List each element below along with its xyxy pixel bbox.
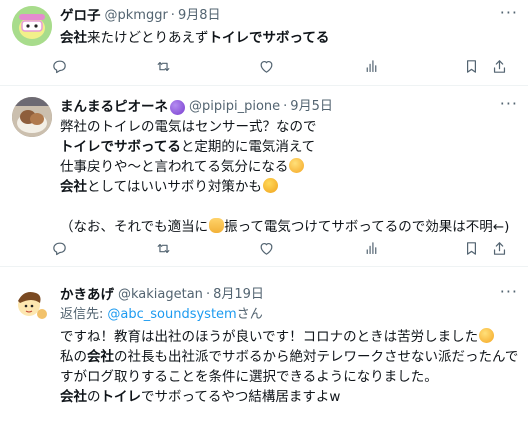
heart-icon[interactable] xyxy=(256,238,276,258)
laugh-tears-emoji-icon xyxy=(479,328,495,343)
more-dots-icon[interactable]: ··· xyxy=(500,5,518,21)
reply-to-suffix: さん xyxy=(236,307,263,322)
avatar-illustration xyxy=(12,285,52,325)
text-segment: （なお、それでも適当に xyxy=(60,219,209,235)
tweet-text-line: 会社としてはいいサボり対策かも xyxy=(60,177,518,197)
text-segment: すがログ取りすることを条件に選択できるようになりました。 xyxy=(60,369,438,385)
raised-hand-emoji-icon xyxy=(209,218,225,233)
rofl-emoji-icon xyxy=(262,178,278,193)
text-segment: の xyxy=(87,389,101,405)
tweet-text: ですね！教育は出社のほうが良いです！コロナのときは苦労しました 私の会社の社長も出… xyxy=(60,327,518,407)
text-segment: 私の xyxy=(60,349,87,365)
tweet-text-line: 弊社のトイレの電気はセンサー式？なので xyxy=(60,117,518,137)
grapes-emoji-icon xyxy=(170,99,185,115)
tweet-text-line: 私の会社の社長も出社派でサボるから絶対テレワークさせない派だったんで xyxy=(60,347,518,367)
tweet-header: まんまるピオーネ @pipipi_pione · 9月5日 xyxy=(60,97,518,117)
avatar[interactable] xyxy=(12,6,52,46)
display-name[interactable]: まんまるピオーネ xyxy=(60,97,168,117)
text-segment: 仕事戻りや～と言われてる気分になる xyxy=(60,159,289,175)
highlighted-text: 会社 xyxy=(87,349,114,365)
avatar-photo xyxy=(12,97,52,137)
highlighted-text: トイレ xyxy=(100,389,142,405)
reply-to-line: 返信先: @abc_soundsystemさん xyxy=(60,305,518,325)
more-dots-icon[interactable]: ··· xyxy=(500,96,518,112)
retweet-icon[interactable] xyxy=(153,238,173,258)
reply-to-label: 返信先: xyxy=(60,307,104,322)
tweet-text-line xyxy=(60,197,518,217)
reply-icon[interactable] xyxy=(49,56,69,76)
tweet-text-line: ですね！教育は出社のほうが良いです！コロナのときは苦労しました xyxy=(60,327,518,347)
views-icon[interactable] xyxy=(361,238,381,258)
display-name[interactable]: かきあげ xyxy=(60,285,114,305)
avatar[interactable] xyxy=(12,97,52,137)
display-name[interactable]: ゲロ子 xyxy=(60,6,101,26)
tweet-text-line: （なお、それでも適当に 振って電気つけてサボってるので効果は不明←) xyxy=(60,217,518,237)
text-segment: としてはいいサボり対策かも xyxy=(87,179,262,195)
action-bar xyxy=(48,56,518,76)
views-icon[interactable] xyxy=(361,56,381,76)
highlighted-text: 会社 xyxy=(60,179,87,195)
highlighted-text: トイレでサボってる xyxy=(208,30,330,46)
user-handle[interactable]: @pipipi_pione xyxy=(189,97,280,117)
avatar-illustration xyxy=(12,6,52,46)
tweet-date[interactable]: 9月8日 xyxy=(178,6,221,26)
user-handle[interactable]: @kakiagetan xyxy=(118,285,203,305)
tweet[interactable]: かきあげ @kakiagetan · 8月19日 ··· 返信先: @abc_so… xyxy=(0,267,528,444)
tweet-date[interactable]: 8月19日 xyxy=(213,285,264,305)
bookmark-icon[interactable] xyxy=(461,238,481,258)
heart-icon[interactable] xyxy=(256,56,276,76)
reply-icon[interactable] xyxy=(49,238,69,258)
tweet-text: 会社来たけどとりあえずトイレでサボってる xyxy=(60,28,518,48)
separator-dot: · xyxy=(283,99,288,114)
text-segment: でサボってるやつ結構居ますよw xyxy=(141,389,341,405)
tweet-text-line: すがログ取りすることを条件に選択できるようになりました。 xyxy=(60,367,518,387)
tweet-header: かきあげ @kakiagetan · 8月19日 xyxy=(60,285,518,305)
user-handle[interactable]: @pkmggr xyxy=(105,6,168,26)
text-segment: 弊社のトイレの電気はセンサー式？なので xyxy=(60,119,317,135)
tweet-text-line: 会社来たけどとりあえずトイレでサボってる xyxy=(60,28,518,48)
share-icon[interactable] xyxy=(489,238,509,258)
separator-dot: · xyxy=(170,8,175,23)
tweet-text: 弊社のトイレの電気はセンサー式？なので トイレでサボってると定期的に電気消えて 仕事… xyxy=(60,117,518,237)
bookmark-icon[interactable] xyxy=(461,56,481,76)
tweet-text-line: 仕事戻りや～と言われてる気分になる xyxy=(60,157,518,177)
more-dots-icon[interactable]: ··· xyxy=(500,284,518,300)
tweet[interactable]: まんまるピオーネ @pipipi_pione · 9月5日 ··· 弊社のトイレ… xyxy=(0,86,528,267)
tweet-header: ゲロ子 @pkmggr · 9月8日 xyxy=(60,6,518,26)
highlighted-text: 会社 xyxy=(60,389,87,405)
separator-dot: · xyxy=(205,287,211,302)
tweet-feed: ゲロ子 @pkmggr · 9月8日 ··· 会社来たけどとりあえずトイレでサボ… xyxy=(0,0,528,444)
tweet-text-line: トイレでサボってると定期的に電気消えて xyxy=(60,137,518,157)
retweet-icon[interactable] xyxy=(153,56,173,76)
highlighted-text: トイレでサボってる xyxy=(60,139,181,155)
text-segment: の社長も出社派でサボるから絶対テレワークさせない派だったんで xyxy=(114,349,519,365)
tweet-date[interactable]: 9月5日 xyxy=(290,97,333,117)
text-segment: 振って電気つけてサボってるので効果は不明←) xyxy=(224,219,510,235)
text-segment: 来たけどとりあえず xyxy=(87,30,209,46)
reply-to-handle-link[interactable]: @abc_soundsystem xyxy=(107,307,236,322)
tweet[interactable]: ゲロ子 @pkmggr · 9月8日 ··· 会社来たけどとりあえずトイレでサボ… xyxy=(0,0,528,86)
tweet-text-line: 会社のトイレでサボってるやつ結構居ますよw xyxy=(60,387,518,407)
highlighted-text: 会社 xyxy=(60,30,87,46)
text-segment: と定期的に電気消えて xyxy=(180,139,316,155)
grin-sweat-emoji-icon xyxy=(289,158,305,173)
action-bar xyxy=(48,238,518,258)
avatar[interactable] xyxy=(12,285,52,325)
text-segment: ですね！教育は出社のほうが良いです！コロナのときは苦労しました xyxy=(60,329,479,345)
share-icon[interactable] xyxy=(489,56,509,76)
